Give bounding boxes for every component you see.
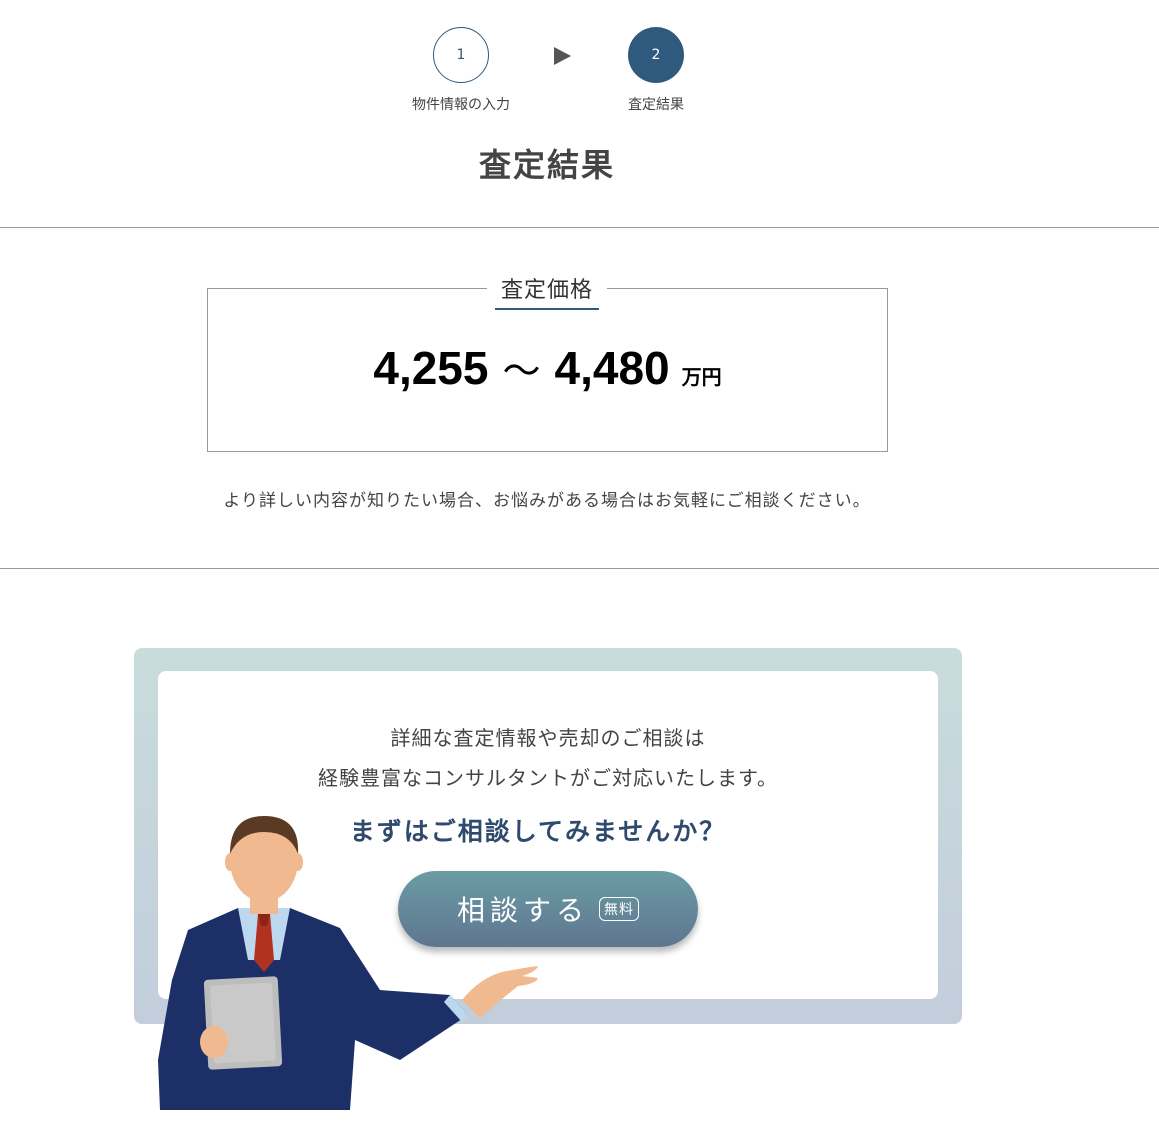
step-arrow-icon xyxy=(554,47,571,65)
price-separator: 〜 xyxy=(502,349,541,393)
price-high: 4,480 xyxy=(554,342,670,394)
divider xyxy=(0,227,1159,228)
cta-text-line-1: 詳細な査定情報や売却のご相談は xyxy=(390,726,706,750)
price-range: 4,255 〜 4,480 万円 xyxy=(207,340,888,395)
step-2-number: 2 xyxy=(651,47,661,63)
step-1-number: 1 xyxy=(456,47,466,63)
consult-note: より詳しい内容が知りたい場合、お悩みがある場合はお気軽にご相談ください。 xyxy=(223,491,871,511)
price-unit: 万円 xyxy=(681,365,722,389)
price-low: 4,255 xyxy=(373,342,489,394)
consultant-illustration xyxy=(158,816,538,1110)
step-2-label: 査定結果 xyxy=(628,97,684,113)
price-legend-label: 査定価格 xyxy=(494,270,599,310)
page: 1 物件情報の入力 2 査定結果 査定結果 査定価格 4,255 〜 4,480 万円… xyxy=(0,0,1159,1125)
price-legend: 査定価格 xyxy=(487,270,607,310)
step-1-label: 物件情報の入力 xyxy=(412,97,510,113)
free-badge: 無料 xyxy=(599,897,639,921)
page-title: 査定結果 xyxy=(478,146,615,184)
cta-text-line-2: 経験豊富なコンサルタントがご対応いたします。 xyxy=(318,766,778,790)
divider xyxy=(0,568,1159,569)
step-1-indicator: 1 xyxy=(433,27,489,83)
step-2-indicator: 2 xyxy=(628,27,684,83)
